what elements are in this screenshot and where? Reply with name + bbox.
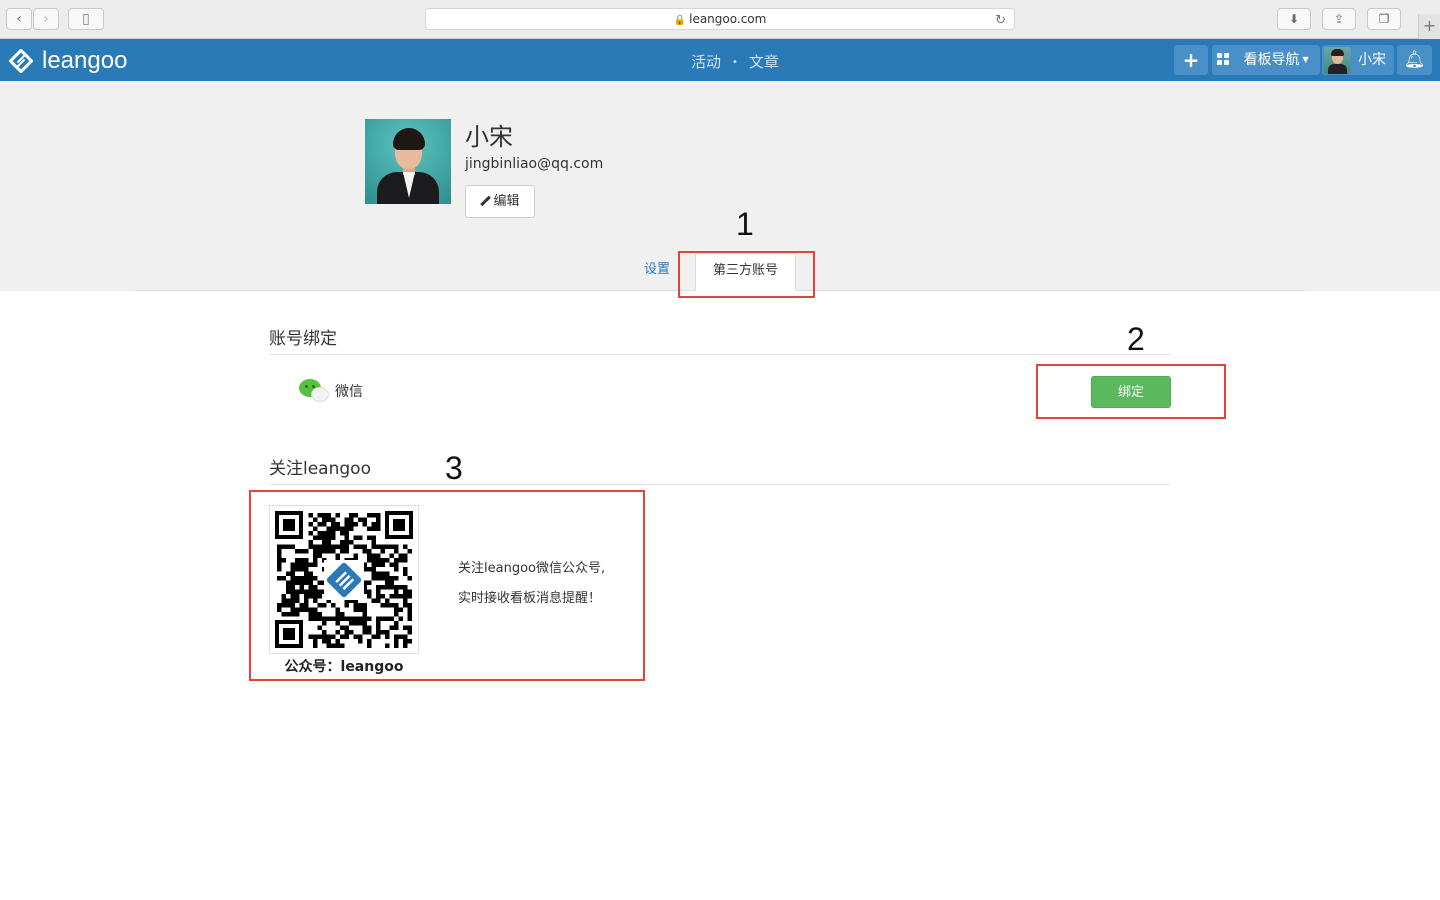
nav-separator: • (732, 57, 738, 68)
browser-chrome: ‹ › ▯ 🔒 leangoo.com ↻ ⬇ ⇪ ❐ + (0, 0, 1440, 39)
lock-icon: 🔒 (673, 15, 687, 26)
annotation-number-1: 1 (736, 206, 754, 242)
profile-avatar (365, 119, 451, 204)
annotation-box-3 (249, 490, 645, 681)
account-binding-title: 账号绑定 (269, 329, 337, 349)
wechat-icon (298, 377, 330, 405)
follow-title: 关注leangoo (269, 459, 371, 479)
bell-icon[interactable]: 🔔︎ (1397, 45, 1432, 75)
user-avatar (1324, 47, 1351, 74)
wechat-row: 微信 (298, 377, 363, 405)
brand-name: leangoo (42, 47, 128, 74)
edit-profile-button[interactable]: 编辑 (465, 185, 535, 218)
board-nav-label: 看板导航 (1243, 52, 1300, 68)
annotation-number-2: 2 (1127, 321, 1145, 357)
download-icon[interactable]: ⬇ (1277, 8, 1311, 30)
reload-icon[interactable]: ↻ (995, 10, 1006, 31)
grid-icon (1217, 53, 1229, 65)
section-divider (269, 484, 1171, 485)
tab-settings[interactable]: 设置 (633, 253, 681, 291)
app-header: leangoo 活动 • 文章 + 看板导航 ▼ 小宋 🔔︎ (0, 39, 1440, 81)
address-bar[interactable]: 🔒 leangoo.com ↻ (425, 8, 1015, 30)
tabs-overview-icon[interactable]: ❐ (1367, 8, 1401, 30)
brand-logo[interactable]: leangoo (8, 47, 127, 75)
profile-email: jingbinliao@qq.com (465, 156, 604, 172)
nav-articles-link[interactable]: 文章 (749, 53, 779, 71)
url-text: leangoo.com (689, 12, 767, 26)
pencil-icon (480, 195, 492, 207)
center-nav: 活动 • 文章 (690, 51, 780, 72)
wechat-label: 微信 (335, 384, 363, 400)
section-divider (269, 354, 1171, 355)
user-name: 小宋 (1358, 52, 1386, 68)
nav-activity-link[interactable]: 活动 (691, 53, 721, 71)
edit-label: 编辑 (493, 194, 520, 209)
add-button[interactable]: + (1174, 45, 1208, 75)
forward-icon[interactable]: › (33, 8, 59, 30)
leangoo-logo-icon (8, 48, 34, 74)
profile-name: 小宋 (465, 123, 513, 151)
new-tab-icon[interactable]: + (1418, 14, 1440, 39)
share-icon[interactable]: ⇪ (1322, 8, 1356, 30)
annotation-number-3: 3 (445, 450, 463, 486)
user-menu-button[interactable]: 小宋 (1322, 45, 1394, 75)
board-nav-button[interactable]: 看板导航 ▼ (1212, 45, 1320, 75)
annotation-box-2 (1036, 364, 1226, 419)
annotation-box-1 (678, 251, 815, 298)
sidebar-toggle-icon[interactable]: ▯ (68, 8, 104, 30)
caret-down-icon: ▼ (1302, 55, 1309, 64)
back-icon[interactable]: ‹ (6, 8, 32, 30)
